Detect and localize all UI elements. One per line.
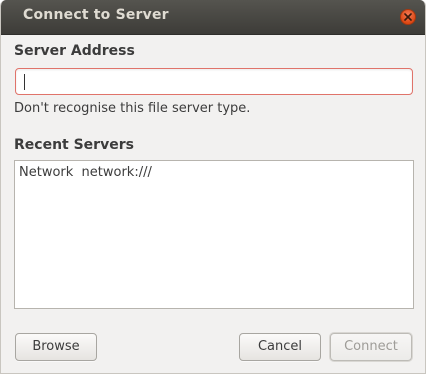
list-item[interactable]: Network network:/// — [19, 165, 152, 180]
recent-servers-label: Recent Servers — [14, 137, 134, 153]
server-address-input[interactable] — [15, 68, 413, 95]
title-bar[interactable]: Connect to Server — [1, 0, 425, 35]
cancel-button[interactable]: Cancel — [239, 333, 321, 361]
server-address-label: Server Address — [14, 43, 135, 59]
recent-servers-list[interactable]: Network network:/// — [14, 160, 414, 309]
browse-button[interactable]: Browse — [15, 333, 97, 361]
server-type-hint: Don't recognise this file server type. — [14, 101, 251, 116]
window-title: Connect to Server — [23, 7, 169, 23]
text-caret — [24, 74, 25, 90]
connect-to-server-window: Connect to Server Server Address Don't r… — [0, 0, 426, 374]
connect-button[interactable]: Connect — [330, 333, 412, 361]
close-icon — [404, 13, 412, 21]
close-button[interactable] — [400, 9, 416, 25]
